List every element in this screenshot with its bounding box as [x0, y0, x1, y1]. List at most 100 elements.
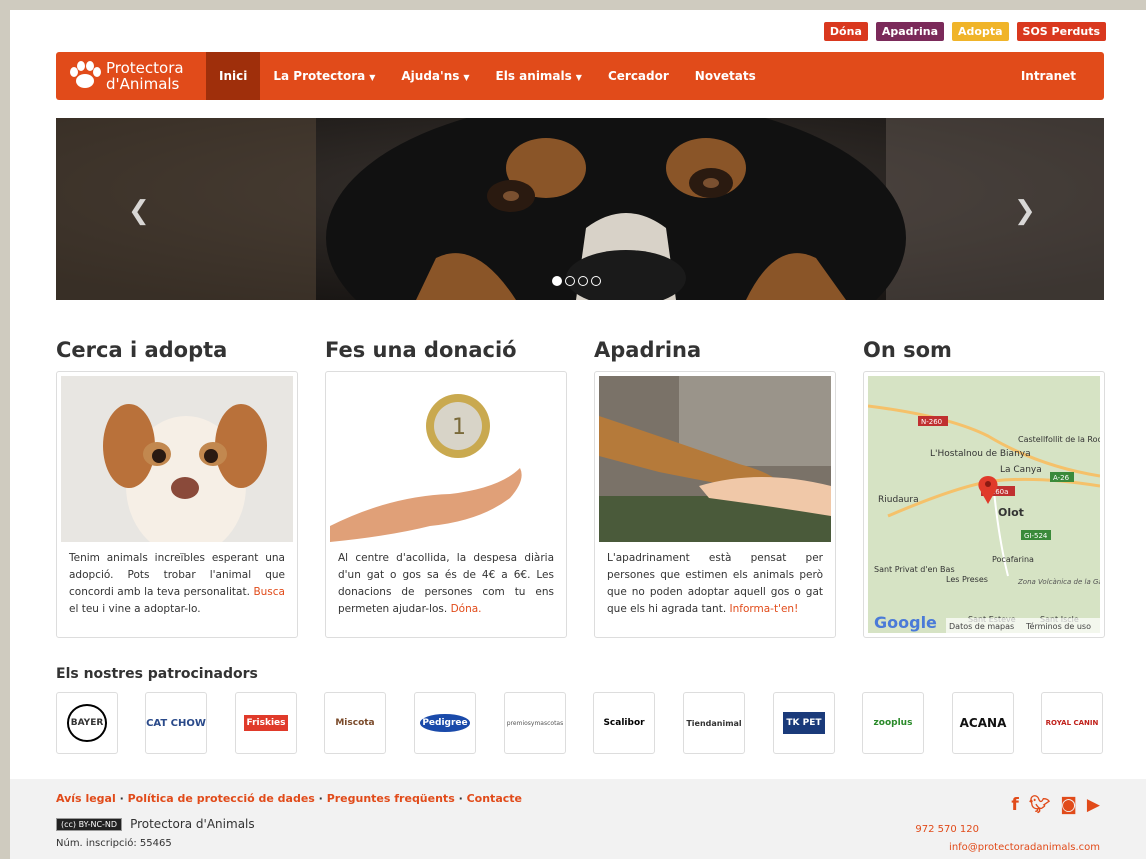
- email-link[interactable]: info@protectoradanimals.com: [949, 842, 1100, 853]
- sponsor-image: [599, 376, 831, 542]
- license: (cc) BY-NC-ND Protectora d'Animals: [56, 817, 255, 831]
- map-label: Riudaura: [878, 495, 919, 505]
- location-section-title: On som: [863, 338, 952, 362]
- carousel-dot[interactable]: [578, 276, 588, 286]
- sponsor-name: ROYAL CANIN: [1045, 719, 1099, 727]
- chevron-left-icon[interactable]: ❮: [128, 196, 150, 226]
- hero-carousel: ❮ ❯: [56, 118, 1104, 300]
- donate-link[interactable]: Dóna.: [451, 603, 482, 615]
- map-label: La Canya: [1000, 465, 1042, 475]
- twitter-icon[interactable]: 🐦︎: [1029, 795, 1051, 815]
- sponsor-logo-premiosymascotas[interactable]: premiosymascotas: [504, 692, 566, 754]
- sponsors-title: Els nostres patrocinadors: [56, 666, 258, 682]
- sponsor-logo-scalibor[interactable]: Scalibor: [593, 692, 655, 754]
- caret-down-icon: ▼: [575, 73, 582, 82]
- map-widget[interactable]: N-260 Castellfollit de la Roca L'Hostaln…: [868, 376, 1100, 633]
- nav-item-intranet[interactable]: Intranet: [1008, 52, 1104, 100]
- facebook-icon[interactable]: f: [1011, 795, 1018, 815]
- link-separator: ·: [314, 792, 327, 805]
- sponsor-card: L'apadrinament està pensat per persones …: [594, 371, 836, 638]
- carousel-dot[interactable]: [565, 276, 575, 286]
- map-label: Castellfollit de la Roca: [1018, 435, 1100, 444]
- svg-text:1: 1: [452, 415, 466, 440]
- sponsor-section-title: Apadrina: [594, 338, 702, 362]
- carousel-dot[interactable]: [552, 276, 562, 286]
- adopt-text: Tenim animals increïbles esperant una ad…: [69, 550, 285, 618]
- privacy-policy-link[interactable]: Política de protecció de dades: [128, 792, 315, 805]
- page: Dóna Apadrina Adopta SOS Perduts Protect…: [10, 10, 1146, 859]
- nav-item-help[interactable]: Ajuda'ns ▼: [388, 52, 482, 100]
- nav-item-search[interactable]: Cercador: [595, 52, 682, 100]
- link-separator: ·: [454, 792, 467, 805]
- youtube-icon[interactable]: ▶: [1087, 795, 1100, 815]
- adopt-image: [61, 376, 293, 542]
- sponsor-logo-tiendanimal[interactable]: Tiendanimal: [683, 692, 745, 754]
- sponsor-text: L'apadrinament està pensat per persones …: [607, 550, 823, 618]
- donation-card: 1 Al centre d'acollida, la despesa diàri…: [325, 371, 567, 638]
- sponsor-logo-bayer[interactable]: BAYER: [56, 692, 118, 754]
- registration-number: Núm. inscripció: 55465: [56, 838, 172, 849]
- contact-link[interactable]: Contacte: [467, 792, 522, 805]
- map-label: N-260: [921, 418, 942, 426]
- legal-notice-link[interactable]: Avís legal: [56, 792, 116, 805]
- map-terms: Términos de uso: [1025, 621, 1091, 631]
- map-label: GI-524: [1024, 532, 1048, 540]
- paw-icon: [70, 61, 101, 88]
- chevron-right-icon[interactable]: ❯: [1014, 196, 1036, 226]
- donation-image: 1: [330, 376, 562, 542]
- sponsor-name: BAYER: [66, 704, 108, 742]
- map-label: Les Preses: [946, 575, 988, 584]
- sponsor-logo-cat-chow[interactable]: CAT CHOW: [145, 692, 207, 754]
- nav-item-about[interactable]: La Protectora ▼: [260, 52, 388, 100]
- sponsor-name: Tiendanimal: [686, 718, 742, 728]
- footer: Avís legal · Política de protecció de da…: [10, 779, 1146, 859]
- search-link[interactable]: Busca: [253, 586, 285, 598]
- footer-links: Avís legal · Política de protecció de da…: [56, 792, 522, 805]
- map-attribution: Datos de mapas: [949, 622, 1014, 631]
- nav-about-label: La Protectora: [273, 69, 366, 83]
- adopt-button[interactable]: Adopta: [952, 22, 1009, 41]
- map-label: Pocafarina: [992, 555, 1034, 564]
- sponsor-logo-acana[interactable]: ACANA: [952, 692, 1014, 754]
- logo[interactable]: Protectora d'Animals: [56, 52, 206, 100]
- sponsor-logo-tk-pet[interactable]: TK PET: [773, 692, 835, 754]
- donation-section-title: Fes una donació: [325, 338, 517, 362]
- map-label: Zona Volcànica de la Garrotxa: [1017, 578, 1100, 586]
- sponsor-name: Pedigree: [420, 714, 470, 732]
- sponsor-logo-miscota[interactable]: Miscota: [324, 692, 386, 754]
- nav-help-label: Ajuda'ns: [401, 69, 460, 83]
- sponsor-logo-royal-canin[interactable]: ROYAL CANIN: [1041, 692, 1103, 754]
- sponsor-logo-zooplus[interactable]: zooplus: [862, 692, 924, 754]
- map-label: A-26: [1053, 474, 1070, 482]
- adopt-section-title: Cerca i adopta: [56, 338, 228, 362]
- donate-button[interactable]: Dóna: [823, 22, 868, 41]
- logo-line-1: Protectora: [106, 59, 184, 77]
- faq-link[interactable]: Preguntes freqüents: [327, 792, 455, 805]
- social-links: f 🐦︎ ◙ ▶: [1011, 795, 1100, 815]
- top-buttons: Dóna Apadrina Adopta SOS Perduts: [823, 22, 1106, 41]
- sponsor-name: CAT CHOW: [146, 717, 206, 729]
- carousel-dot[interactable]: [591, 276, 601, 286]
- nav-item-home[interactable]: Inici: [206, 52, 261, 100]
- sponsor-name: premiosymascotas: [506, 719, 564, 727]
- sos-lost-button[interactable]: SOS Perduts: [1016, 22, 1106, 41]
- map-card: N-260 Castellfollit de la Roca L'Hostaln…: [863, 371, 1105, 638]
- info-link[interactable]: Informa-t'en!: [730, 603, 799, 615]
- sponsor-name: TK PET: [783, 712, 825, 734]
- nav-animals-label: Els animals: [495, 69, 572, 83]
- donation-text: Al centre d'acollida, la despesa diària …: [338, 550, 554, 618]
- nav-item-news[interactable]: Novetats: [682, 52, 769, 100]
- donation-description: Al centre d'acollida, la despesa diària …: [338, 552, 554, 615]
- sponsor-button[interactable]: Apadrina: [875, 22, 945, 41]
- caret-down-icon: ▼: [463, 73, 470, 82]
- sponsor-name: ACANA: [959, 716, 1007, 730]
- map-label: L'Hostalnou de Bianya: [930, 449, 1031, 459]
- sponsor-logo-pedigree[interactable]: Pedigree: [414, 692, 476, 754]
- instagram-icon[interactable]: ◙: [1060, 795, 1077, 815]
- logo-line-2: d'Animals: [106, 75, 180, 93]
- cc-license-badge[interactable]: (cc) BY-NC-ND: [56, 817, 123, 831]
- sponsor-logo-friskies[interactable]: Friskies: [235, 692, 297, 754]
- phone-number: 972 570 120: [915, 824, 979, 835]
- sponsor-name: Miscota: [335, 718, 375, 728]
- nav-item-animals[interactable]: Els animals ▼: [483, 52, 595, 100]
